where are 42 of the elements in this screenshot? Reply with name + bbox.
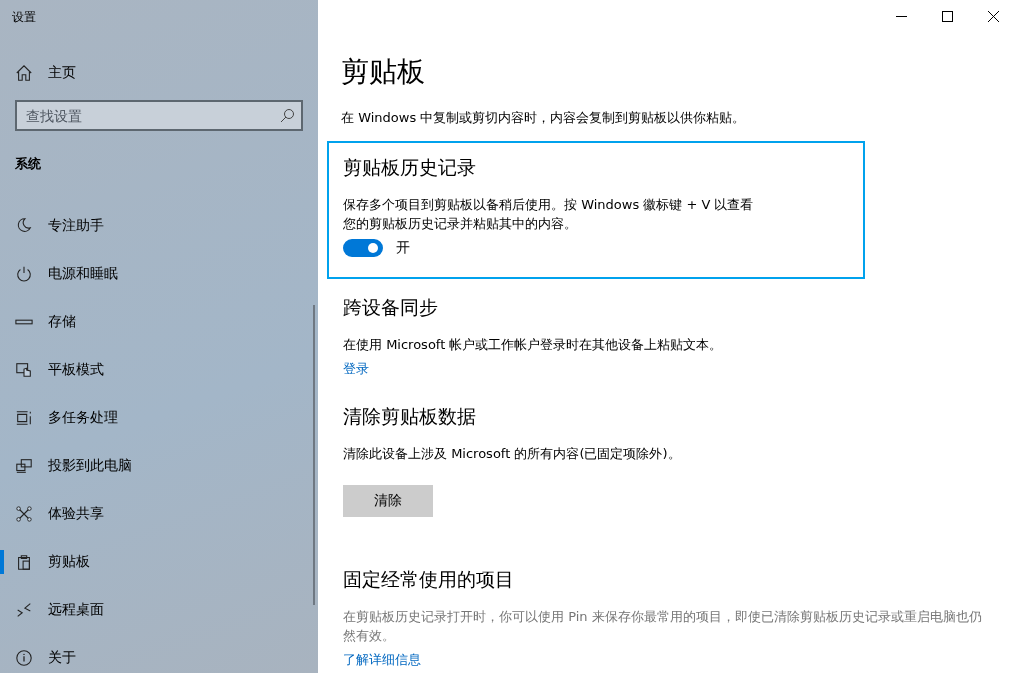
sidebar-item-icon	[15, 409, 33, 427]
sidebar-item[interactable]: 剪贴板	[0, 538, 318, 586]
sidebar-item[interactable]: 存储	[0, 298, 318, 346]
sidebar-item[interactable]: 电源和睡眠	[0, 250, 318, 298]
sidebar-item[interactable]: 平板模式	[0, 346, 318, 394]
maximize-icon	[941, 10, 953, 22]
sidebar-item-icon	[15, 265, 33, 283]
sidebar-item[interactable]: 多任务处理	[0, 394, 318, 442]
section-label: 系统	[15, 156, 41, 171]
sidebar-item-icon	[15, 649, 33, 667]
sidebar-item-icon	[15, 601, 33, 619]
search-icon	[280, 108, 295, 123]
section-description: 在使用 Microsoft 帐户或工作帐户登录时在其他设备上粘贴文本。	[343, 336, 724, 354]
section-heading: 跨设备同步	[343, 295, 439, 320]
search-field[interactable]: 查找设置	[15, 100, 303, 131]
sidebar-item[interactable]: 体验共享	[0, 490, 318, 538]
clear-button[interactable]: 清除	[343, 485, 433, 517]
home-item[interactable]: 主页	[0, 55, 318, 91]
scrollbar[interactable]	[313, 305, 315, 605]
link[interactable]: 登录	[343, 360, 369, 378]
section-description: 保存多个项目到剪贴板以备稍后使用。按 Windows 徽标键 + V 以查看您的剪贴板历史记录并粘贴其中的内容。	[343, 196, 755, 233]
section-heading: 固定经常使用的项目	[343, 567, 515, 592]
home-icon	[15, 64, 33, 82]
sidebar-item[interactable]: 远程桌面	[0, 586, 318, 634]
toggle-switch[interactable]	[343, 239, 383, 257]
sidebar-item-icon	[15, 361, 33, 379]
toggle-state-label: 开	[396, 239, 410, 257]
section-description: 清除此设备上涉及 Microsoft 的所有内容(已固定项除外)。	[343, 445, 682, 463]
section-heading: 剪贴板历史记录	[343, 155, 477, 180]
sidebar-item-icon	[15, 457, 33, 475]
sidebar-item[interactable]: 关于	[0, 634, 318, 673]
page-title: 剪贴板	[341, 54, 426, 90]
section-heading: 清除剪贴板数据	[343, 404, 477, 429]
sidebar-item[interactable]: 专注助手	[0, 202, 318, 250]
sidebar-item-icon	[15, 505, 33, 523]
window-title: 设置	[12, 10, 36, 24]
sidebar-item[interactable]: 投影到此电脑	[0, 442, 318, 490]
section-description: 在剪贴板历史记录打开时，你可以使用 Pin 来保存你最常用的项目，即使已清除剪贴板历史记录或重启电脑也仍然有效。	[343, 608, 983, 645]
close-icon	[987, 10, 999, 22]
sidebar-item-icon	[15, 217, 33, 235]
page-description: 在 Windows 中复制或剪切内容时，内容会复制到剪贴板以供你粘贴。	[341, 109, 747, 127]
sidebar-item-icon	[15, 553, 33, 571]
